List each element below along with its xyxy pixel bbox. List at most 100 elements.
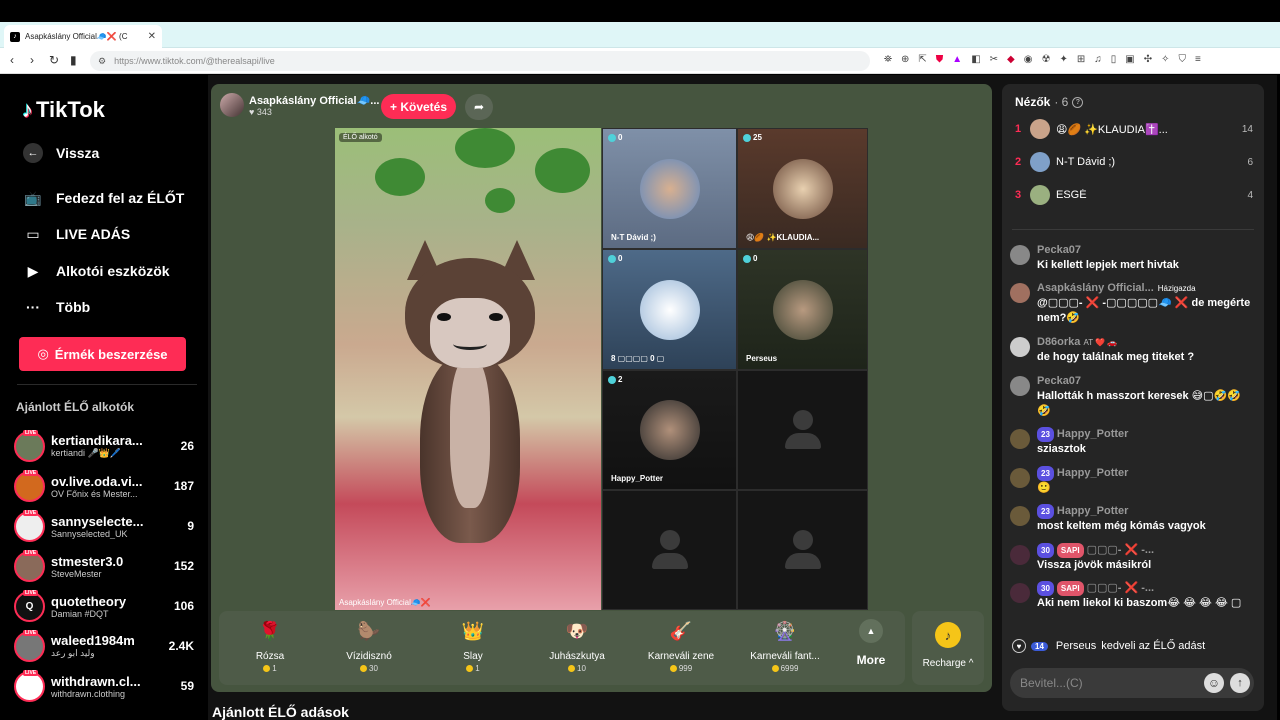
- chat-text: Ki kellett lepjek mert hivtak: [1037, 259, 1179, 271]
- ai-icon[interactable]: ✧: [1161, 54, 1169, 65]
- follow-button[interactable]: + Követés: [381, 94, 456, 119]
- play-box-icon: ▶: [27, 262, 39, 279]
- sidebar-icon[interactable]: ▯: [1111, 54, 1117, 65]
- guest-tile[interactable]: 0 Perseus: [737, 249, 868, 370]
- chat-message[interactable]: D86orka AT ❤️ 🚗 de hogy találnak meg tite…: [1010, 335, 1254, 365]
- avatar: [1010, 283, 1030, 303]
- recharge-button[interactable]: ♪ Recharge ^: [912, 611, 984, 685]
- viewer-rank-row[interactable]: 1 😩🏉 ✨KLAUDIA✝️... 14: [1015, 118, 1253, 140]
- more-gifts-button[interactable]: ▲ More: [851, 619, 891, 667]
- creator-item[interactable]: LIVE kertiandikara... kertiandi 🎤👑🖊️ 26: [14, 428, 194, 464]
- zoom-icon[interactable]: ⊕: [901, 54, 909, 65]
- gift-item[interactable]: 🎸 Karneváli zene 999: [633, 617, 729, 674]
- chat-input[interactable]: Bevitel...(C) ☺ ↑: [1010, 668, 1254, 698]
- back-link[interactable]: ← Vissza: [23, 143, 99, 163]
- creator-item[interactable]: LIVE withdrawn.cl... withdrawn.clothing 5…: [14, 668, 194, 704]
- avatar: [1030, 185, 1050, 205]
- translate-icon[interactable]: ⛯: [884, 54, 892, 65]
- guest-tile[interactable]: 2 Happy_Potter: [602, 370, 737, 490]
- guest-badge: 0: [753, 254, 758, 263]
- chat-text: most keltem még kómás vagyok: [1037, 520, 1206, 532]
- viewer-rank-row[interactable]: 2 N-T Dávid ;) 6: [1015, 151, 1253, 173]
- fan-badge: SAPI: [1056, 581, 1084, 596]
- nav-creator-tools[interactable]: ▶ Alkotói eszközök: [23, 261, 170, 281]
- ext-icon-2[interactable]: ✂: [990, 54, 998, 65]
- creator-item[interactable]: LIVE waleed1984m وليد ابو رعد 2.4K: [14, 628, 194, 664]
- chat-message[interactable]: 30 SAPI ▢▢▢- ❌ -... Vissza jövök másikról: [1010, 543, 1254, 573]
- wallet-icon[interactable]: ▣: [1125, 54, 1134, 65]
- chat-panel: Nézők · 6 ? 1 😩🏉 ✨KLAUDIA✝️... 14 2 N-T …: [1002, 84, 1264, 711]
- share-page-icon[interactable]: ⇱: [918, 54, 926, 65]
- empty-seat[interactable]: [737, 490, 868, 610]
- guest-tile[interactable]: 25 😩🏉 ✨KLAUDIA...: [737, 128, 868, 249]
- chat-user: Happy_Potter: [1056, 505, 1129, 517]
- ext-icon-1[interactable]: ◧: [971, 54, 980, 65]
- empty-seat[interactable]: [737, 370, 868, 490]
- ext-icon-5[interactable]: ☢: [1041, 54, 1050, 65]
- send-icon[interactable]: ↑: [1230, 673, 1250, 693]
- chat-message[interactable]: 23 Happy_Potter 🙂: [1010, 466, 1254, 496]
- guest-name: 😩🏉 ✨KLAUDIA...: [746, 233, 820, 242]
- creator-item[interactable]: LIVE sannyselecte... Sannyselected_UK 9: [14, 508, 194, 544]
- logo-text: TikTok: [36, 97, 105, 122]
- rank-count: 4: [1247, 189, 1253, 201]
- avatar: LIVE: [14, 629, 45, 662]
- get-coins-button[interactable]: ◎ Érmék beszerzése: [19, 337, 186, 371]
- guest-badge: 0: [618, 133, 623, 142]
- ferris-wheel-icon: 🎡: [773, 620, 797, 641]
- chat-message[interactable]: Asapkáslány Official... Házigazda @▢▢▢- ❌ …: [1010, 281, 1254, 326]
- emoji-icon[interactable]: ☺: [1204, 673, 1224, 693]
- triangle-ext-icon[interactable]: ▲: [952, 54, 962, 65]
- site-info-icon[interactable]: ⚙: [98, 56, 106, 67]
- forward-arrow-icon[interactable]: ›: [30, 53, 34, 67]
- gift-item[interactable]: 🎡 Karneváli fant... 6999: [737, 617, 833, 674]
- share-icon[interactable]: ➦: [465, 94, 493, 120]
- chat-message[interactable]: Pecka07 Ki kellett lepjek mert hivtak: [1010, 243, 1254, 273]
- chat-message[interactable]: 30 SAPI ▢▢▢- ❌ -... Aki nem liekol ki baszo…: [1010, 581, 1254, 611]
- reload-icon[interactable]: ↻: [49, 53, 59, 67]
- chat-message[interactable]: 23 Happy_Potter sziasztok: [1010, 427, 1254, 457]
- guest-name: Happy_Potter: [611, 474, 664, 483]
- empty-seat[interactable]: [602, 490, 737, 610]
- guest-tile[interactable]: 0 8 ▢▢▢▢ 0 ▢: [602, 249, 737, 370]
- gift-item[interactable]: 👑 Slay 1: [425, 617, 521, 674]
- chat-message[interactable]: Pecka07 Hallották h masszort keresek 😅▢🤣🤣…: [1010, 374, 1254, 419]
- tiktok-logo[interactable]: ♪ TikTok: [22, 97, 105, 123]
- gift-item[interactable]: 🌹 Rózsa 1: [222, 617, 318, 674]
- chat-message[interactable]: 23 Happy_Potter most keltem még kómás vagy…: [1010, 504, 1254, 534]
- guest-tile[interactable]: 0 N-T Dávid ;): [602, 128, 737, 249]
- avatar: LIVE: [14, 469, 45, 502]
- nav-label: Fedezd fel az ÉLŐT: [56, 190, 185, 206]
- guest-name: Perseus: [746, 354, 778, 363]
- nav-explore-live[interactable]: 📺 Fedezd fel az ÉLŐT: [23, 188, 184, 208]
- menu-icon[interactable]: ≡: [1195, 54, 1201, 65]
- nav-more[interactable]: ··· Több: [23, 297, 90, 317]
- help-icon[interactable]: ?: [1072, 96, 1084, 108]
- close-tab-icon[interactable]: ✕: [148, 31, 156, 42]
- viewer-rank-row[interactable]: 3 ESGÉ 4: [1015, 184, 1253, 206]
- screen-top-bar: [0, 0, 1280, 22]
- back-arrow-icon[interactable]: ‹: [10, 53, 14, 67]
- creator-item[interactable]: LIVE stmester3.0 SteveMester 152: [14, 548, 194, 584]
- gift-item[interactable]: 🐶 Juhászkutya 10: [529, 617, 625, 674]
- extensions-icon[interactable]: ✣: [1144, 54, 1152, 65]
- browser-tab[interactable]: ♪ Asapkáslány Official🧢❌ (C ✕: [4, 25, 162, 48]
- url-field[interactable]: ⚙ https://www.tiktok.com/@therealsapi/li…: [90, 51, 870, 71]
- bookmark-icon[interactable]: ▮: [70, 53, 77, 67]
- host-avatar[interactable]: [220, 93, 244, 117]
- ext-icon-6[interactable]: ✦: [1059, 54, 1067, 65]
- host-info[interactable]: Asapkáslány Official🧢... ♥ 343: [220, 93, 379, 117]
- creator-item[interactable]: LIVE ov.live.oda.vi... OV Főnix és Mester…: [14, 468, 194, 504]
- vpn-icon[interactable]: ⛉: [1178, 54, 1186, 65]
- nav-live-broadcast[interactable]: ▭ LIVE ADÁS: [23, 224, 130, 244]
- main-video[interactable]: ÉLŐ alkotó Asapkáslány Official🧢❌: [335, 128, 601, 610]
- creator-tag: ÉLŐ alkotó: [339, 133, 382, 142]
- gift-item[interactable]: 🦫 Vízidisznó 30: [321, 617, 417, 674]
- ext-icon-4[interactable]: ◉: [1024, 54, 1033, 65]
- music-icon[interactable]: ♫: [1094, 54, 1102, 65]
- ext-icon-7[interactable]: ⊞: [1077, 54, 1085, 65]
- creator-item[interactable]: Q LIVE quotetheory Damian #DQT 106: [14, 588, 194, 624]
- shield-ext-icon[interactable]: ⛊: [936, 54, 944, 65]
- ext-icon-3[interactable]: ◆: [1007, 54, 1015, 65]
- viewers-label: Nézők: [1015, 95, 1051, 109]
